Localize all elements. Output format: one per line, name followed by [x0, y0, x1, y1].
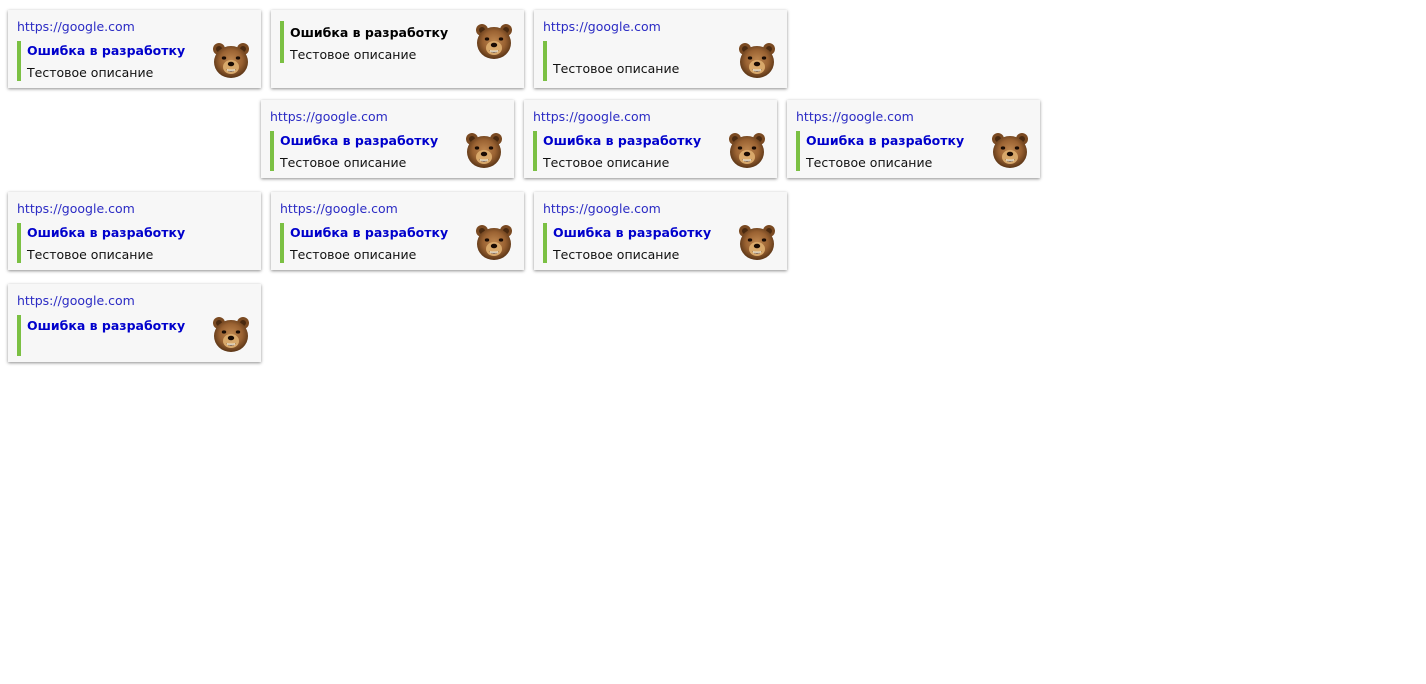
card-url-link[interactable]: https://google.com [17, 201, 135, 216]
card-title-link[interactable]: Ошибка в разработку [27, 225, 185, 240]
notification-card[interactable]: https://google.com Ошибка в разработку Т… [261, 100, 514, 178]
card-title-link[interactable]: Ошибка в разработку [806, 133, 964, 148]
card-description: Тестовое описание [290, 47, 417, 62]
card-description: Тестовое описание [290, 247, 417, 262]
bear-icon [990, 130, 1030, 170]
card-description: Тестовое описание [553, 247, 680, 262]
bear-icon [211, 314, 251, 354]
notification-card[interactable]: https://google.com Ошибка в разработку Т… [787, 100, 1040, 178]
card-accent-bar [796, 131, 800, 171]
notification-card[interactable]: https://google.com Ошибка в разработку Т… [534, 192, 787, 270]
card-url-link[interactable]: https://google.com [533, 109, 651, 124]
bear-icon [474, 21, 514, 61]
bear-icon [727, 130, 767, 170]
card-title-link[interactable]: Ошибка в разработку [280, 133, 438, 148]
card-title-link[interactable]: Ошибка в разработку [27, 43, 185, 58]
card-accent-bar [543, 223, 547, 263]
notification-card[interactable]: https://google.com Ошибка в разработку Т… [271, 192, 524, 270]
card-accent-bar [17, 223, 21, 263]
card-url-link[interactable]: https://google.com [280, 201, 398, 216]
bear-icon [211, 40, 251, 80]
card-title-link[interactable]: Ошибка в разработку [27, 318, 185, 333]
card-description: Тестовое описание [280, 155, 407, 170]
card-accent-bar [543, 41, 547, 81]
card-url-link[interactable]: https://google.com [543, 201, 661, 216]
card-url-link[interactable]: https://google.com [270, 109, 388, 124]
notification-card[interactable]: https://google.com Ошибка в разработку [8, 284, 261, 362]
card-url-link[interactable]: https://google.com [796, 109, 914, 124]
card-accent-bar [270, 131, 274, 171]
bear-icon [737, 40, 777, 80]
notification-card[interactable]: https://google.com Ошибка в разработку Т… [8, 10, 261, 88]
card-url-link[interactable]: https://google.com [17, 19, 135, 34]
card-description: Тестовое описание [27, 65, 154, 80]
bear-icon [737, 222, 777, 262]
card-accent-bar [17, 315, 21, 356]
card-title-link[interactable]: Ошибка в разработку [543, 133, 701, 148]
card-description: Тестовое описание [553, 61, 680, 76]
notification-card[interactable]: https://google.com Ошибка в разработку Т… [524, 100, 777, 178]
card-description: Тестовое описание [806, 155, 933, 170]
card-url-link[interactable]: https://google.com [17, 293, 135, 308]
card-title-link[interactable]: Ошибка в разработку [553, 225, 711, 240]
card-title: Ошибка в разработку [290, 25, 449, 40]
card-description: Тестовое описание [543, 155, 670, 170]
card-description: Тестовое описание [27, 247, 154, 262]
notification-card[interactable]: Ошибка в разработку Тестовое описание [271, 10, 524, 88]
notification-card[interactable]: https://google.com Ошибка в разработку Т… [8, 192, 261, 270]
card-accent-bar [280, 223, 284, 263]
card-title-link[interactable]: Ошибка в разработку [290, 225, 448, 240]
bear-icon [474, 222, 514, 262]
bear-icon [464, 130, 504, 170]
card-url-link[interactable]: https://google.com [543, 19, 661, 34]
card-accent-bar [533, 131, 537, 171]
card-accent-bar [280, 21, 284, 63]
notification-card[interactable]: https://google.com Тестовое описание [534, 10, 787, 88]
card-accent-bar [17, 41, 21, 81]
